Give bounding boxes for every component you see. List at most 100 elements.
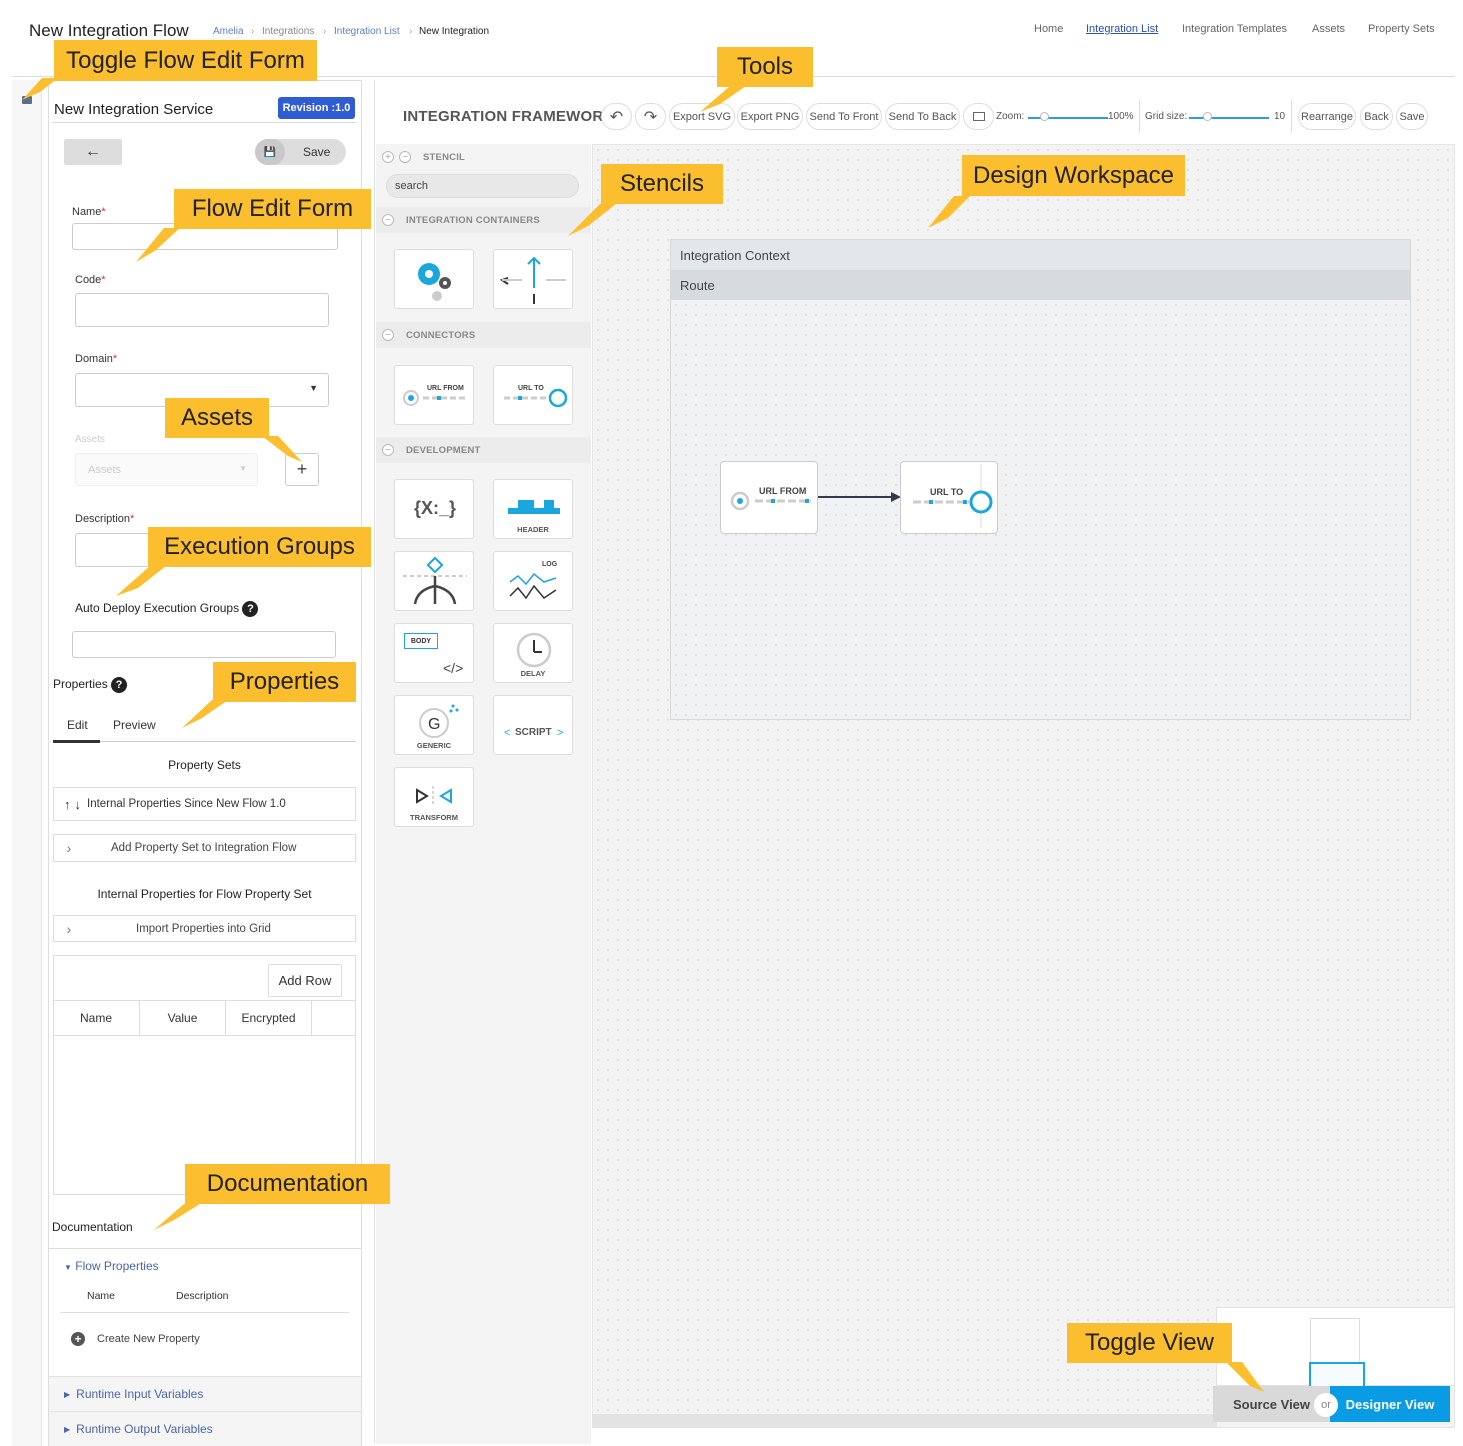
undo-button[interactable]: ↶: [601, 103, 632, 130]
stencil-tile-service[interactable]: [394, 249, 474, 309]
column-header-encrypted[interactable]: Encrypted: [226, 1001, 312, 1035]
save-button-toolbar[interactable]: Save: [1396, 103, 1428, 130]
breadcrumb-amelia[interactable]: Amelia: [213, 26, 244, 37]
nav-assets[interactable]: Assets: [1312, 23, 1345, 35]
assets-select[interactable]: Assets ▼: [75, 453, 258, 486]
save-label: Save: [303, 145, 331, 159]
add-property-set-row[interactable]: › Add Property Set to Integration Flow: [53, 834, 356, 862]
stencil-tile-script[interactable]: < SCRIPT >: [493, 695, 573, 755]
code-label: Code*: [75, 274, 106, 286]
tile-label: DELAY: [520, 669, 546, 678]
plus-icon: +: [296, 459, 308, 479]
breadcrumb-separator: ›: [323, 26, 327, 37]
runtime-output-variables[interactable]: ▶ Runtime Output Variables: [49, 1411, 361, 1446]
import-properties-row[interactable]: › Import Properties into Grid: [53, 915, 356, 942]
save-button[interactable]: 💾 Save: [255, 139, 346, 165]
plus-circle-icon[interactable]: +: [71, 1332, 85, 1346]
collapse-all-icon[interactable]: −: [399, 151, 411, 163]
horizontal-scrollbar[interactable]: [592, 1414, 1217, 1428]
back-button[interactable]: ←: [64, 139, 122, 165]
designer-view-button[interactable]: Designer View: [1330, 1386, 1450, 1422]
tab-preview[interactable]: Preview: [113, 718, 156, 732]
callout-flow-edit-form: Flow Edit Form: [174, 189, 371, 229]
expand-all-icon[interactable]: +: [382, 151, 394, 163]
gears-icon: [418, 263, 451, 301]
zoom-value: 100%: [1108, 111, 1134, 122]
nav-integration-templates[interactable]: Integration Templates: [1182, 23, 1287, 35]
properties-heading: Properties ?: [53, 677, 128, 693]
help-icon[interactable]: ?: [242, 601, 259, 617]
nav-property-sets[interactable]: Property Sets: [1368, 23, 1435, 35]
callout-design-workspace: Design Workspace: [962, 155, 1185, 196]
doc-column-description: Description: [176, 1290, 229, 1302]
route-header[interactable]: Route: [671, 270, 1410, 300]
stencil-tile-header[interactable]: HEADER: [493, 479, 573, 539]
toolbar-separator: [1291, 100, 1292, 133]
collapse-icon[interactable]: −: [382, 329, 394, 341]
body-label: BODY: [404, 633, 438, 649]
node-url-to[interactable]: URL TO: [900, 461, 998, 534]
arrow-up-icon[interactable]: ↑: [64, 797, 71, 812]
create-new-property-link[interactable]: Create New Property: [97, 1333, 200, 1345]
grid-size-label: Grid size:: [1145, 111, 1188, 122]
flow-properties-toggle[interactable]: ▼ Flow Properties: [64, 1259, 159, 1273]
callout-documentation: Documentation: [185, 1164, 390, 1204]
node-label: URL TO: [930, 487, 964, 497]
send-to-front-button[interactable]: Send To Front: [806, 103, 882, 130]
export-svg-button[interactable]: Export SVG: [669, 103, 735, 130]
stencil-tile-body[interactable]: BODY </>: [394, 623, 474, 683]
back-button-toolbar[interactable]: Back: [1360, 103, 1393, 130]
tab-edit[interactable]: Edit: [67, 718, 88, 732]
stencil-tile-generic[interactable]: G GENERIC: [394, 695, 474, 755]
description-label: Description*: [75, 513, 135, 525]
divider: [60, 1312, 349, 1313]
send-to-back-button[interactable]: Send To Back: [885, 103, 960, 130]
nav-home[interactable]: Home: [1034, 23, 1063, 35]
add-row-button[interactable]: Add Row: [268, 964, 342, 997]
grid-size-slider[interactable]: [1189, 117, 1269, 119]
assets-placeholder: Assets: [88, 464, 122, 476]
redo-button[interactable]: ↷: [635, 103, 666, 130]
stencil-tile-url-from[interactable]: URL FROM: [394, 365, 474, 425]
toggle-form-icon[interactable]: [22, 96, 32, 104]
nav-integration-list[interactable]: Integration List: [1086, 23, 1158, 35]
stencil-tile-variable[interactable]: {X:_}: [394, 479, 474, 539]
fit-to-screen-icon: [972, 112, 985, 121]
breadcrumb-integration-list[interactable]: Integration List: [334, 26, 400, 37]
stencil-tile-url-to[interactable]: URL TO: [493, 365, 573, 425]
grid-size-slider-handle[interactable]: [1203, 112, 1212, 121]
runtime-input-variables[interactable]: ▶ Runtime Input Variables: [49, 1376, 361, 1411]
stencil-tile-delay[interactable]: DELAY: [493, 623, 573, 683]
column-header-value[interactable]: Value: [140, 1001, 226, 1035]
code-field[interactable]: [75, 293, 329, 327]
domain-label: Domain*: [75, 353, 118, 365]
left-rail: [12, 80, 42, 1446]
floppy-disk-icon: 💾: [255, 139, 285, 165]
collapse-icon[interactable]: −: [382, 444, 394, 456]
stencil-tile-route[interactable]: [493, 249, 573, 309]
minimap[interactable]: [1216, 1307, 1455, 1390]
column-header-name[interactable]: Name: [53, 1001, 140, 1035]
breadcrumb-integrations[interactable]: Integrations: [262, 26, 314, 37]
collapse-icon[interactable]: −: [382, 214, 394, 226]
stencil-tile-splitter[interactable]: [394, 551, 474, 611]
source-view-button[interactable]: Source View: [1213, 1386, 1330, 1422]
stencil-tile-log[interactable]: LOG: [493, 551, 573, 611]
property-set-row[interactable]: ↑ ↓ Internal Properties Since New Flow 1…: [53, 787, 356, 821]
add-asset-button[interactable]: +: [285, 453, 319, 486]
execution-groups-field[interactable]: [72, 631, 336, 658]
stencil-search-input[interactable]: search: [386, 174, 579, 198]
arrow-down-icon[interactable]: ↓: [75, 797, 82, 812]
stencil-tile-transform[interactable]: TRANSFORM: [394, 767, 474, 827]
fit-to-screen-button[interactable]: [963, 103, 994, 130]
integration-context-header[interactable]: Integration Context: [671, 240, 1410, 270]
divider: [49, 1248, 361, 1249]
export-png-button[interactable]: Export PNG: [737, 103, 803, 130]
caret-down-icon: ▼: [64, 1263, 72, 1272]
rearrange-button[interactable]: Rearrange: [1298, 103, 1356, 130]
chevron-right-icon: ›: [66, 840, 72, 856]
angle-left-icon: <: [504, 727, 511, 739]
help-icon[interactable]: ?: [111, 677, 128, 693]
node-url-from[interactable]: URL FROM: [720, 461, 818, 534]
zoom-slider-handle[interactable]: [1040, 112, 1049, 121]
